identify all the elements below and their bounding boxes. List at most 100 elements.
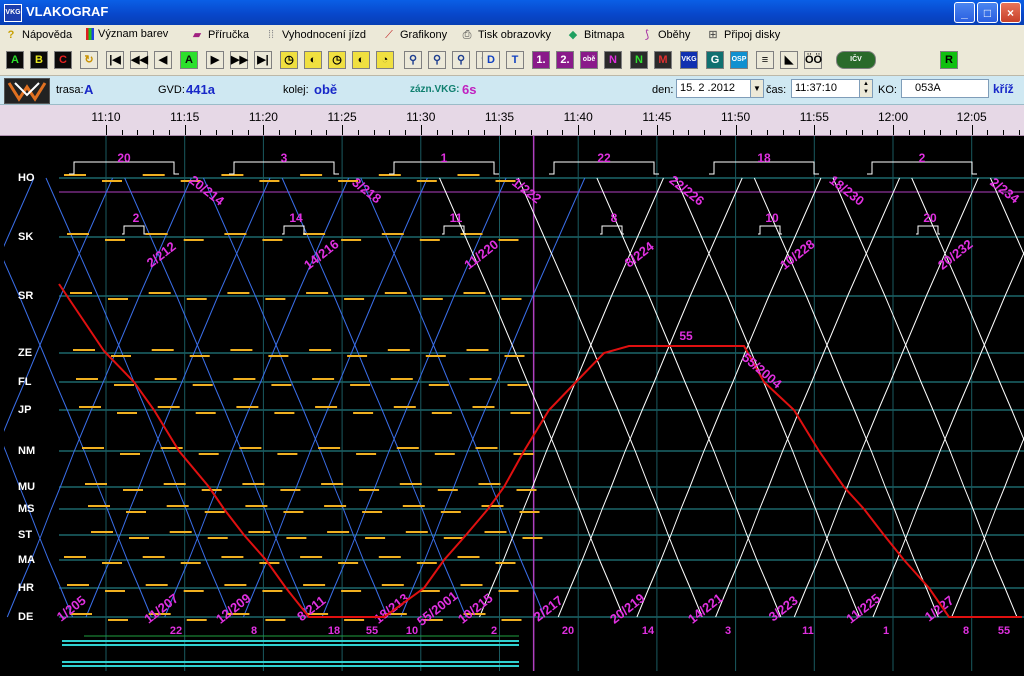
train-number-label: 2 — [919, 151, 926, 165]
toolbar-button-9[interactable]: ▶▶ — [230, 51, 248, 69]
toolbar-button-6[interactable]: ◀ — [154, 51, 172, 69]
train-number-label: 55 — [998, 625, 1010, 637]
train-number-label: 2 — [491, 625, 497, 637]
menu-label: Grafikony — [400, 29, 448, 41]
menu-item-vyznam-barev[interactable]: Význam barev — [86, 28, 168, 40]
toolbar-button-7[interactable]: A — [180, 51, 198, 69]
time-minor-tick — [200, 130, 202, 135]
station-label-hr: HR — [18, 582, 34, 594]
menu-item-pripoj-disky[interactable]: ⊞ Připoj disky — [706, 28, 780, 42]
toolbar-button-21[interactable]: T — [506, 51, 524, 69]
time-tick — [499, 125, 501, 135]
toolbar-button-22[interactable]: 1. — [532, 51, 550, 69]
train-line-down — [0, 250, 152, 618]
toolbar-button-34[interactable]: IČV — [836, 51, 876, 69]
maximize-button[interactable]: □ — [977, 2, 998, 23]
time-spinner-icon[interactable]: ▲ ▼ — [859, 80, 872, 97]
train-number-label: 55 — [366, 625, 378, 637]
train-line-up — [85, 177, 271, 618]
minimize-button[interactable]: _ — [954, 2, 975, 23]
menu-item-bitmapa[interactable]: ◆ Bitmapa — [566, 28, 625, 42]
kriz-button[interactable]: kříž — [993, 82, 1014, 96]
toolbar-button-25[interactable]: N — [604, 51, 622, 69]
toolbar-button-0[interactable]: A — [6, 51, 24, 69]
highlighted-train-run-label: 55/2004 — [739, 350, 785, 392]
toolbar-button-27[interactable]: M — [654, 51, 672, 69]
train-line-down — [45, 177, 231, 618]
toolbar-button-12[interactable]: ◐ — [304, 51, 322, 69]
train-line-up — [479, 177, 664, 618]
train-graph[interactable]: 20 3 1 22 18 2 2 14 11 8 10 20 20/214 3/218 1/222 22/22… — [0, 136, 1024, 671]
toolbar-button-3[interactable]: ↻ — [80, 51, 98, 69]
time-tick-label: 11:50 — [721, 110, 751, 124]
train-number-label: 22 — [170, 625, 182, 637]
time-minor-tick — [861, 130, 863, 135]
ko-field[interactable]: 053A — [901, 79, 989, 98]
toolbar-button-17[interactable]: ⚲ — [428, 51, 446, 69]
gvd-label: GVD: — [158, 84, 185, 96]
time-minor-tick — [751, 130, 753, 135]
time-tick-label: 11:25 — [327, 110, 357, 124]
toolbar-button-15[interactable]: ◔ — [376, 51, 394, 69]
time-tick — [814, 125, 816, 135]
date-dropdown-icon[interactable]: ▼ — [750, 80, 763, 97]
menu-item-prirucka[interactable]: ▰ Příručka — [190, 28, 249, 42]
toolbar-button-1[interactable]: B — [30, 51, 48, 69]
toolbar-button-16[interactable]: ⚲ — [404, 51, 422, 69]
time-minor-tick — [782, 130, 784, 135]
toolbar-button-32[interactable]: ◣ — [780, 51, 798, 69]
toolbar-button-18[interactable]: ⚲ — [452, 51, 470, 69]
train-run-label: 3/218 — [349, 175, 384, 207]
train-line-down — [832, 177, 1018, 618]
time-minor-tick — [468, 130, 470, 135]
time-minor-tick — [405, 130, 407, 135]
train-number-label: 1 — [883, 625, 889, 637]
train-number-label: 8 — [611, 211, 618, 225]
toolbar-button-23[interactable]: 2. — [556, 51, 574, 69]
menu-item-vyhodnoceni-jizd[interactable]: ⁞⁞ Vyhodnocení jízd — [264, 28, 366, 42]
time-tick — [342, 125, 344, 135]
toolbar-button-5[interactable]: ◀◀ — [130, 51, 148, 69]
toolbar-button-10[interactable]: ▶| — [254, 51, 272, 69]
date-field[interactable]: 15. 2 .2012 ▼ — [676, 79, 764, 98]
toolbar-button-29[interactable]: G — [706, 51, 724, 69]
train-graph-canvas: 20 3 1 22 18 22 14 11 8 10 2020/214 3/218 1/222 22/22… — [0, 136, 1024, 671]
train-run-label: 3/223 — [766, 593, 801, 625]
train-number-label: 8 — [963, 625, 969, 637]
time-tick-label: 11:55 — [799, 110, 829, 124]
time-minor-tick — [845, 130, 847, 135]
toolbar-button-11[interactable]: ◷ — [280, 51, 298, 69]
train-line-up — [636, 177, 822, 618]
menu-item-napoveda[interactable]: ? Nápověda — [4, 28, 73, 42]
time-minor-tick — [672, 130, 674, 135]
time-minor-tick — [830, 130, 832, 135]
train-run-label: 1/227 — [922, 593, 957, 625]
time-tick-label: 11:35 — [484, 110, 515, 124]
menu-item-obehy[interactable]: ⟆ Oběhy — [640, 28, 691, 42]
toolbar-button-26[interactable]: N — [630, 51, 648, 69]
toolbar-button-13[interactable]: ◷ — [328, 51, 346, 69]
menu-item-tisk-obrazovky[interactable]: ⎙ Tisk obrazovky — [460, 28, 551, 42]
train-line-down — [989, 177, 1024, 256]
toolbar-button-8[interactable]: ▶ — [206, 51, 224, 69]
toolbar-button-28[interactable]: VKG — [680, 51, 698, 69]
toolbar-button-20[interactable]: D — [482, 51, 500, 69]
time-minor-tick — [357, 130, 359, 135]
toolbar-button-33[interactable]: ÖÖ — [804, 51, 822, 69]
toolbar-button-2[interactable]: C — [54, 51, 72, 69]
toolbar-button-24[interactable]: obě — [580, 51, 598, 69]
time-tick — [263, 125, 265, 135]
station-label-mu: MU — [18, 481, 36, 493]
toolbar-button-14[interactable]: ◐ — [352, 51, 370, 69]
toolbar-button-35[interactable]: R — [940, 51, 958, 69]
time-field[interactable]: 11:37:10 ▲ ▼ — [791, 79, 873, 98]
toolbar-button-30[interactable]: OSP — [730, 51, 748, 69]
menu-item-grafikony[interactable]: ⟋ Grafikony — [382, 28, 447, 42]
train-run-label: 2/212 — [144, 239, 179, 271]
toolbar-button-31[interactable]: ≡ — [756, 51, 774, 69]
station-label-ho: HO — [18, 172, 35, 184]
toolbar-button-4[interactable]: |◀ — [106, 51, 124, 69]
train-number-label: 3 — [725, 625, 731, 637]
time-tick — [420, 125, 422, 135]
close-button[interactable]: × — [1000, 2, 1021, 23]
